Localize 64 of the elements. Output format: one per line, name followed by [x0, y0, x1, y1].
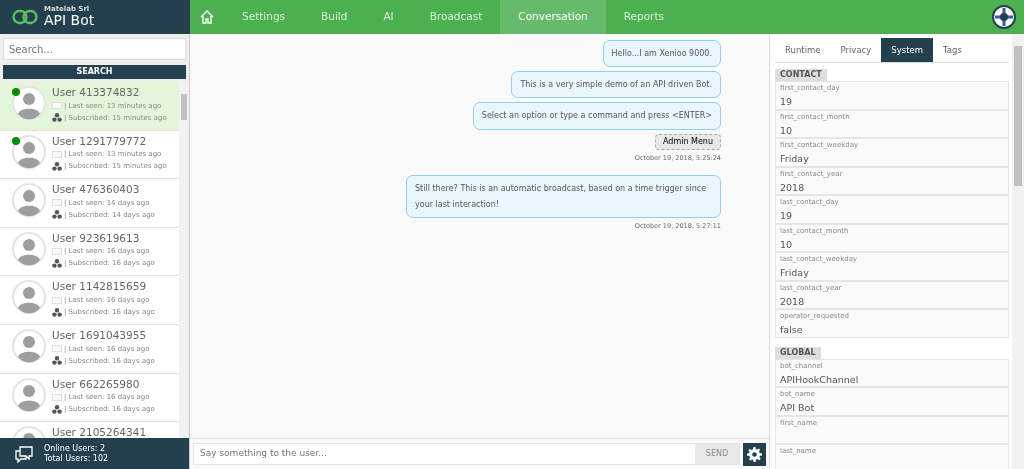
search-field[interactable]: Search... [3, 38, 186, 60]
panel-tab[interactable]: Runtime [775, 38, 831, 62]
variable-value: APIHookChannel [780, 372, 860, 387]
channel-icon [52, 161, 62, 171]
variable-value: 10 [780, 123, 794, 138]
channel-icon [52, 404, 62, 414]
variable-value: 2018 [780, 180, 806, 195]
avatar-icon [12, 86, 46, 120]
search-button[interactable]: SEARCH [3, 65, 186, 79]
scrollbar[interactable] [1012, 34, 1024, 469]
section-title: CONTACT [775, 69, 827, 81]
message-bubble: Select an option or type a command and press <ENTER> [472, 102, 721, 130]
variable-value: Friday [780, 266, 810, 280]
settings-icon [747, 446, 762, 462]
panel-tab[interactable]: Tags [933, 38, 972, 62]
section-title: GLOBAL [775, 346, 821, 359]
panel-tab[interactable]: System [881, 38, 933, 62]
flag-icon [52, 102, 62, 110]
variable-value: 19 [780, 95, 794, 109]
user-name: User 662265980 [52, 377, 141, 392]
flag-icon [52, 393, 62, 401]
avatar-icon [12, 183, 46, 218]
message-bubble: Hello...I am Xenioo 9000. [602, 40, 721, 68]
user-name: User 2105264341 [52, 426, 147, 438]
variable-value: 2018 [780, 294, 806, 309]
channel-icon [52, 113, 62, 123]
total-users-count: Total Users: 102 [44, 453, 109, 464]
online-users-count: Online Users: 2 [44, 443, 107, 454]
variable-value: 10 [780, 237, 794, 252]
variable-value: API Bot [780, 401, 816, 415]
quick-reply-button[interactable]: Admin Menu [655, 133, 721, 150]
avatar-icon [12, 377, 46, 412]
channel-icon [52, 210, 62, 220]
user-name: User 1291779772 [52, 134, 148, 149]
user-name: User 476360403 [52, 183, 141, 197]
flag-icon [52, 345, 62, 353]
flag-icon [52, 199, 62, 207]
channel-icon [52, 258, 62, 268]
user-name: User 1691043955 [52, 328, 148, 343]
home-icon [199, 9, 215, 25]
avatar-icon [12, 134, 46, 169]
channel-icon [52, 307, 62, 317]
user-name: User 413374832 [52, 86, 141, 100]
variable-value: 19 [780, 209, 794, 223]
message-bubble: This is a very simple demo of an API driven Bot. [511, 71, 721, 99]
product-name: API Bot [44, 12, 95, 29]
flag-icon [52, 150, 62, 158]
flag-icon [52, 296, 62, 304]
chat-icon [14, 444, 34, 463]
scrollbar[interactable] [179, 82, 189, 438]
variable-value: Friday [780, 152, 810, 166]
avatar-icon [12, 328, 46, 363]
panel-tab[interactable]: Privacy [830, 38, 882, 62]
flag-icon [52, 247, 62, 255]
message-bubble: Still there? This is an automatic broadcast, based on a time trigger since your last interaction! [406, 175, 721, 218]
settings-button[interactable] [743, 442, 766, 466]
channel-icon [52, 356, 62, 366]
avatar-icon [12, 280, 46, 315]
avatar-icon [12, 231, 46, 266]
variable-value: false [780, 323, 804, 337]
user-name: User 1142815659 [52, 280, 148, 294]
profile-icon[interactable] [992, 5, 1016, 29]
logo-icon [12, 9, 38, 25]
user-name: User 923619613 [52, 231, 141, 246]
